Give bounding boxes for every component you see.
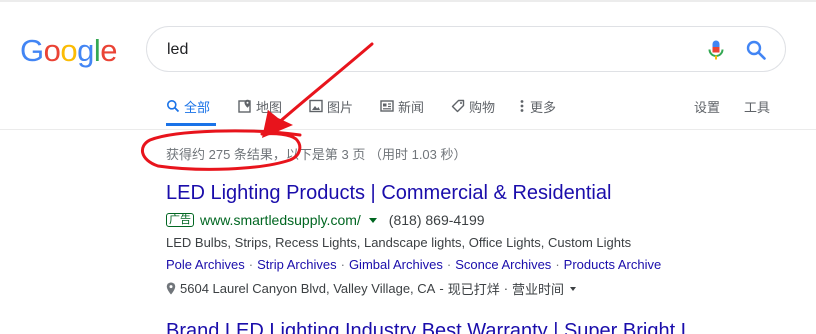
ad-sitelinks: Pole Archives · Strip Archives · Gimbal Arch… <box>166 257 661 272</box>
tab-shopping[interactable]: 购物 <box>451 96 495 116</box>
ad-title-link[interactable]: LED Lighting Products | Commercial & Res… <box>166 182 611 205</box>
search-input[interactable]: led <box>167 41 188 59</box>
chevron-down-icon[interactable] <box>570 286 577 291</box>
sitelink-separator: · <box>340 257 345 272</box>
sitelink-separator: · <box>446 257 452 272</box>
sitelink[interactable]: Pole Archives <box>166 257 245 272</box>
active-tab-indicator <box>166 123 216 126</box>
tab-maps[interactable]: 地图 <box>238 96 282 116</box>
tab-label: 图片 <box>327 99 354 115</box>
settings-link[interactable]: 设置 <box>694 96 720 116</box>
google-logo[interactable]: Google <box>20 33 118 69</box>
tab-label: 全部 <box>184 99 211 115</box>
ad-location[interactable]: 5604 Laurel Canyon Blvd, Valley Village,… <box>166 279 577 298</box>
tab-label: 更多 <box>530 99 557 115</box>
logo-letter: o <box>43 33 61 68</box>
ad-badge: 广告 <box>166 213 194 227</box>
ad-phone[interactable]: (818) 869-4199 <box>389 212 485 228</box>
next-result-title[interactable]: Brand LED Lighting Industry Best Warrant… <box>166 322 686 334</box>
tag-icon <box>451 99 465 113</box>
ad-url[interactable]: www.smartledsupply.com/ <box>200 212 361 228</box>
logo-letter: G <box>20 33 44 68</box>
tab-news[interactable]: 新闻 <box>380 96 424 116</box>
logo-letter: o <box>60 33 78 68</box>
sitelink[interactable]: Products Archive <box>564 257 662 272</box>
browser-top-edge <box>0 0 816 2</box>
search-tabs: 全部 地图 图片 新闻 购物 更多 设置 工具 <box>0 96 816 120</box>
next-result-title-clip: Brand LED Lighting Industry Best Warrant… <box>166 322 686 334</box>
location-separator: - <box>439 281 444 296</box>
sitelink[interactable]: Sconce Archives <box>455 257 551 272</box>
sitelink-separator: · <box>555 257 560 272</box>
logo-letter: g <box>77 33 94 68</box>
tab-all[interactable]: 全部 <box>166 96 210 116</box>
news-icon <box>380 100 394 112</box>
location-pin-icon <box>166 282 176 295</box>
map-icon <box>238 99 251 113</box>
location-hours[interactable]: 营业时间 <box>512 279 564 298</box>
search-box[interactable]: led <box>146 26 786 72</box>
tab-more[interactable]: 更多 <box>518 96 556 116</box>
result-stats: 获得约 275 条结果，以下是第 3 页 （用时 1.03 秒） <box>166 147 467 162</box>
location-separator: · <box>503 281 509 296</box>
tabs-divider <box>0 129 816 130</box>
tab-label: 购物 <box>469 99 496 115</box>
tools-label: 工具 <box>744 99 771 115</box>
ad-description: LED Bulbs, Strips, Recess Lights, Landsc… <box>166 235 632 250</box>
sitelink-separator: · <box>248 257 254 272</box>
search-icon[interactable] <box>745 39 767 61</box>
more-dots-icon <box>520 100 524 112</box>
settings-label: 设置 <box>694 99 721 115</box>
microphone-icon[interactable] <box>707 40 725 60</box>
search-icon <box>167 100 180 113</box>
image-icon <box>309 99 323 113</box>
sitelink[interactable]: Gimbal Archives <box>349 257 443 272</box>
tools-link[interactable]: 工具 <box>744 96 770 116</box>
ad-dropdown-icon[interactable] <box>368 217 377 223</box>
location-status: 现已打烊 <box>447 282 500 297</box>
logo-letter: e <box>100 33 118 68</box>
ad-url-line: 广告 www.smartledsupply.com/ (818) 869-419… <box>166 211 485 229</box>
tab-label: 地图 <box>256 99 283 115</box>
sitelink[interactable]: Strip Archives <box>257 257 336 272</box>
tab-images[interactable]: 图片 <box>309 96 353 116</box>
tab-label: 新闻 <box>398 99 425 115</box>
location-address: 5604 Laurel Canyon Blvd, Valley Village,… <box>180 281 436 296</box>
